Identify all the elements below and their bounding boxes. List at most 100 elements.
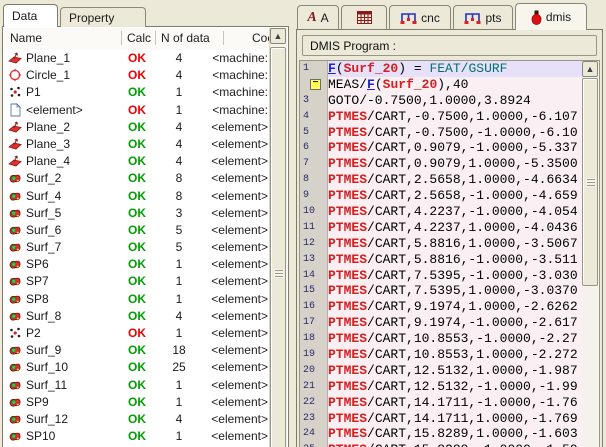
code-text: PTMES/CART,-0.7500,1.0000,-6.107 [328,109,582,125]
plane-icon [8,120,22,134]
tab-pts[interactable]: pts [453,5,513,29]
calc-status: OK [128,68,146,82]
table-row[interactable]: SP9OK1<element> [4,394,270,411]
feature-name: Surf_10 [26,360,68,374]
table-row[interactable]: Surf_7OK5<element> [4,239,270,256]
code-line[interactable]: 11PTMES/CART,4.2237,1.0000,-4.0436 [300,220,582,236]
left-scrollbar[interactable]: ▲ [269,28,287,447]
tab-property[interactable]: Property [60,7,146,27]
code-text: PTMES/CART,7.5395,-1.0000,-3.030 [328,268,582,284]
code-line[interactable]: 1F(Surf_20) = FEAT/GSURF [300,61,582,77]
code-line[interactable]: 4PTMES/CART,-0.7500,1.0000,-6.107 [300,109,582,125]
table-row[interactable]: SP6OK1<element> [4,256,270,273]
code-line[interactable]: 25PTMES/CART,15.8289,-1.0000,-1.59 [300,442,582,447]
tab-table[interactable] [341,5,387,29]
line-number: 6 [300,140,328,156]
table-row[interactable]: Surf_10OK25<element> [4,359,270,376]
table-row[interactable]: SP7OK1<element> [4,273,270,290]
table-row[interactable]: Circle_1OK4<machine: [4,67,270,84]
tab-data[interactable]: Data [3,4,58,27]
scroll-up-button[interactable]: ▲ [270,28,286,44]
code-line[interactable]: 16PTMES/CART,9.1974,1.0000,-2.6262 [300,299,582,315]
feature-name: Surf_9 [26,343,61,357]
tab-A[interactable]: AA [297,5,339,29]
scrollbar-thumb[interactable] [270,47,286,447]
table-row[interactable]: Plane_2OK4<element> [4,119,270,136]
table-row[interactable]: P1OK1<machine: [4,84,270,101]
table-row[interactable]: Surf_12OK4<element> [4,411,270,428]
code-text: PTMES/CART,9.1974,1.0000,-2.6262 [328,299,582,315]
code-line[interactable]: 7PTMES/CART,0.9079,1.0000,-5.3500 [300,156,582,172]
code-line[interactable]: 22PTMES/CART,14.1711,-1.0000,-1.76 [300,395,582,411]
code-line[interactable]: 5PTMES/CART,-0.7500,-1.0000,-6.10 [300,125,582,141]
table-row[interactable]: <element>OK1<machine: [4,102,270,119]
table-row[interactable]: Surf_2OK8<element> [4,170,270,187]
code-line[interactable]: 21PTMES/CART,12.5132,-1.0000,-1.99 [300,379,582,395]
calc-status: OK [128,103,146,117]
code-line[interactable]: 17PTMES/CART,9.1974,-1.0000,-2.617 [300,315,582,331]
table-row[interactable]: Plane_3OK4<element> [4,136,270,153]
tab-dmis[interactable]: dmis [515,3,587,30]
code-line[interactable]: 13PTMES/CART,5.8816,-1.0000,-3.511 [300,252,582,268]
column-divider[interactable] [121,31,122,45]
plane-icon [8,51,22,65]
code-line[interactable]: 12PTMES/CART,5.8816,1.0000,-3.5067 [300,236,582,252]
tab-cnc[interactable]: cnc [389,5,451,29]
table-row[interactable]: Plane_1OK4<machine: [4,50,270,67]
code-line[interactable]: 9PTMES/CART,2.5658,-1.0000,-4.659 [300,188,582,204]
line-number: 14 [300,268,328,284]
code-cell: <element> [176,412,268,426]
code-cell: <element> [176,395,268,409]
line-number: 5 [300,125,328,141]
column-header-name[interactable]: Name [10,31,42,45]
column-divider[interactable] [155,31,156,45]
calc-status: OK [128,412,146,426]
table-row[interactable]: Surf_6OK5<element> [4,222,270,239]
code-line[interactable]: 19PTMES/CART,10.8553,1.0000,-2.272 [300,347,582,363]
column-divider[interactable] [223,31,224,45]
code-scrollbar[interactable]: ▲ [582,61,599,447]
cmm-icon [400,11,417,25]
table-row[interactable]: SP10OK1<element> [4,428,270,445]
calc-status: OK [128,51,146,65]
tab-label: Data [12,9,37,23]
code-line[interactable]: 3GOTO/-0.7500,1.0000,3.8924 [300,93,582,109]
surface-icon [8,395,22,409]
fold-collapse-icon[interactable]: − [310,79,321,90]
table-row[interactable]: P2OK1<element> [4,325,270,342]
code-line[interactable]: 24PTMES/CART,15.8289,1.0000,-1.603 [300,426,582,442]
chevron-up-icon: ▲ [586,64,595,74]
table-row[interactable]: Plane_4OK4<element> [4,153,270,170]
calc-status: OK [128,154,146,168]
code-line[interactable]: 23PTMES/CART,14.1711,1.0000,-1.769 [300,411,582,427]
code-cell: <element> [176,274,268,288]
column-header-ndata[interactable]: N of data [161,31,210,45]
table-row[interactable]: SP8OK1<element> [4,291,270,308]
line-number: 18 [300,331,328,347]
table-row[interactable]: Surf_8OK4<element> [4,308,270,325]
code-line[interactable]: 20PTMES/CART,12.5132,1.0000,-1.987 [300,363,582,379]
table-row[interactable]: Surf_9OK18<element> [4,342,270,359]
feature-name: Surf_2 [26,171,61,185]
code-line[interactable]: 15PTMES/CART,7.5395,1.0000,-3.0370 [300,283,582,299]
table-row[interactable]: Surf_5OK3<element> [4,205,270,222]
surface-icon [8,292,22,306]
line-number: 1 [300,61,328,77]
code-line[interactable]: 6PTMES/CART,0.9079,-1.0000,-5.337 [300,140,582,156]
code-line[interactable]: −MEAS/F(Surf_20),40 [300,77,582,93]
code-lines: 1F(Surf_20) = FEAT/GSURF−MEAS/F(Surf_20)… [300,61,582,447]
code-line[interactable]: 14PTMES/CART,7.5395,-1.0000,-3.030 [300,268,582,284]
table-row[interactable]: Surf_4OK8<element> [4,188,270,205]
line-number: 23 [300,411,328,427]
feature-name: P1 [26,85,41,99]
table-row[interactable]: Surf_11OK1<element> [4,377,270,394]
column-header-calc[interactable]: Calc [127,31,151,45]
calc-status: OK [128,257,146,271]
code-line[interactable]: 8PTMES/CART,2.5658,1.0000,-4.6634 [300,172,582,188]
scroll-up-button[interactable]: ▲ [582,61,598,77]
scrollbar-thumb[interactable] [582,78,598,286]
code-line[interactable]: 18PTMES/CART,10.8553,-1.0000,-2.27 [300,331,582,347]
code-editor[interactable]: 1F(Surf_20) = FEAT/GSURF−MEAS/F(Surf_20)… [299,60,600,447]
code-line[interactable]: 10PTMES/CART,4.2237,-1.0000,-4.054 [300,204,582,220]
code-text: F(Surf_20) = FEAT/GSURF [328,61,582,77]
